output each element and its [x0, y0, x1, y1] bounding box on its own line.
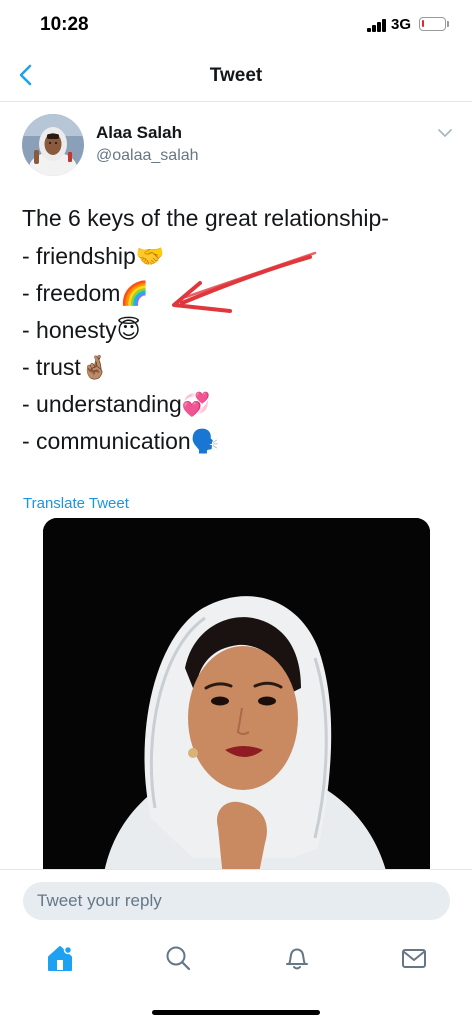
network-type: 3G [391, 16, 412, 33]
battery-icon [419, 17, 446, 31]
battery-tip [447, 21, 449, 27]
tab-search[interactable] [163, 943, 193, 973]
tweet-line: - communication🗣️ [22, 428, 220, 454]
search-icon [166, 946, 191, 971]
status-bar: 10:28 3G [0, 0, 472, 50]
battery-level [422, 20, 424, 27]
tab-notifications[interactable] [282, 943, 312, 973]
page-title: Tweet [209, 65, 263, 86]
tab-home[interactable] [45, 943, 75, 973]
notifications-bell-icon [286, 948, 308, 970]
tweet-options-button[interactable] [436, 126, 454, 140]
tweet-line: The 6 keys of the great relationship- [22, 205, 389, 231]
nav-bar: Tweet [0, 50, 472, 102]
translate-tweet-link[interactable]: Translate Tweet [23, 495, 129, 512]
tweet-line: - trust🤞🏽 [22, 354, 110, 380]
portrait-photo [43, 518, 430, 878]
avatar[interactable] [22, 114, 84, 176]
reply-input[interactable]: Tweet your reply [23, 882, 450, 920]
avatar-image [22, 114, 84, 176]
tweet-media-image[interactable] [43, 518, 430, 878]
tweet-header: Alaa Salah @oalaa_salah [0, 112, 472, 182]
cellular-signal-icon [367, 18, 387, 32]
chevron-down-icon [438, 129, 452, 137]
reply-bar: Tweet your reply [0, 869, 472, 931]
author-name[interactable]: Alaa Salah [96, 123, 182, 143]
home-icon [48, 945, 73, 971]
annotation-arrow [172, 251, 317, 313]
status-time: 10:28 [40, 14, 89, 35]
tweet-line: - understanding💞 [22, 391, 211, 417]
home-indicator [152, 1010, 320, 1015]
tweet-text: The 6 keys of the great relationship- - … [22, 200, 452, 460]
author-handle[interactable]: @oalaa_salah [96, 147, 199, 165]
tab-messages[interactable] [399, 943, 429, 973]
messages-envelope-icon [402, 949, 426, 968]
tab-bar [0, 931, 472, 1024]
